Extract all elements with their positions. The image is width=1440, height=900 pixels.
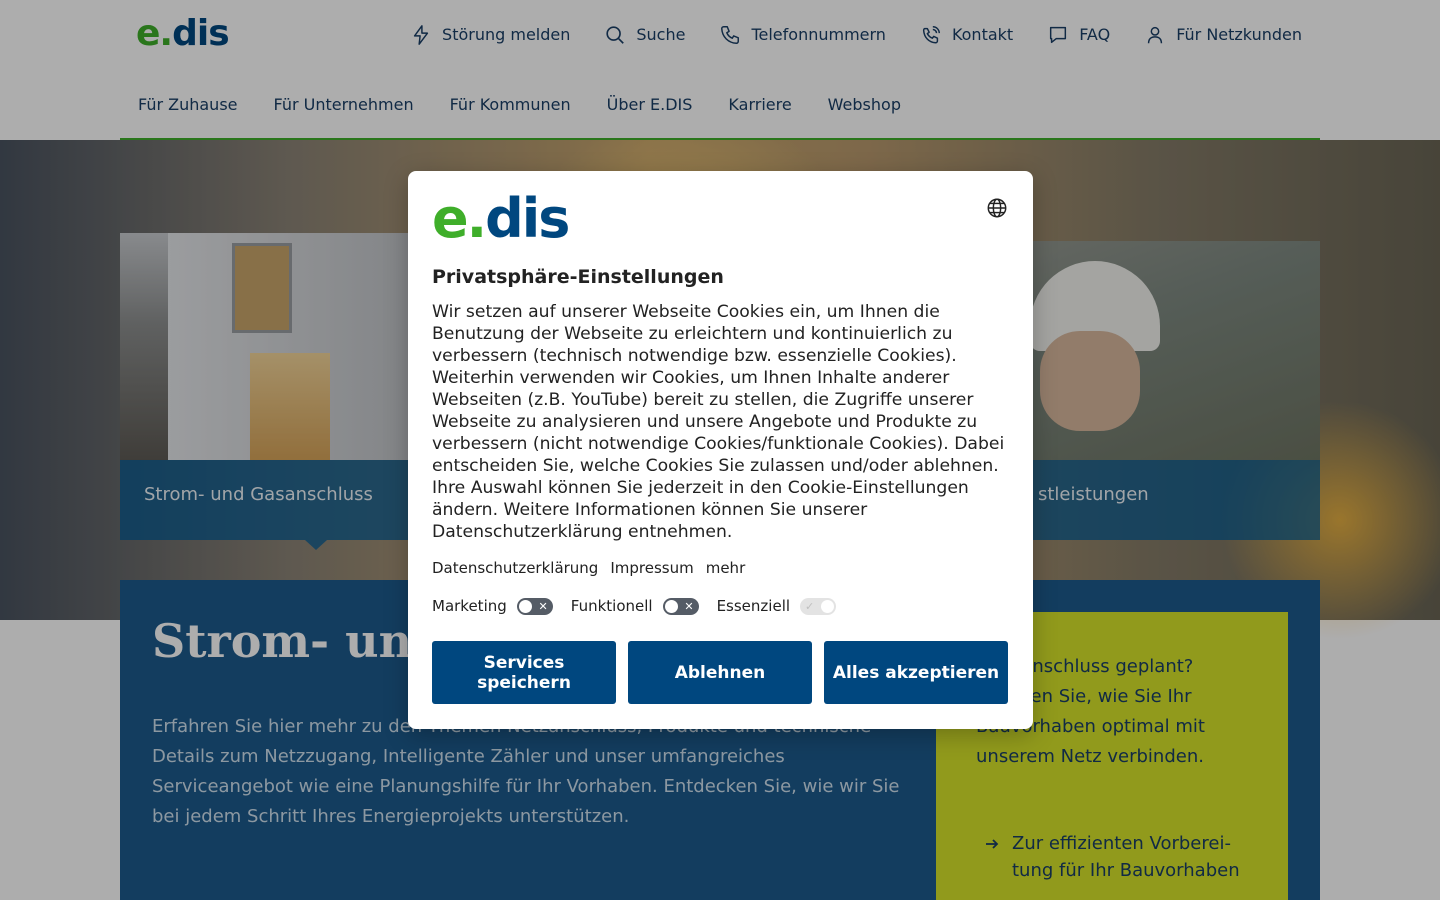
toggle-label: Essenziell: [716, 597, 791, 615]
toggle-marketing: Marketing ✕: [432, 597, 553, 615]
globe-icon[interactable]: [986, 197, 1008, 219]
logo-e: e: [432, 187, 469, 250]
marketing-switch[interactable]: ✕: [516, 597, 553, 615]
cookie-toggles: Marketing ✕ Funktionell ✕ Essenziell ✓: [432, 597, 837, 615]
cookie-consent-dialog: e.dis Privatsphäre-Einstellungen Wir set…: [408, 171, 1033, 729]
toggle-funktionell: Funktionell ✕: [571, 597, 699, 615]
edis-logo: e.dis: [432, 191, 570, 247]
reject-button[interactable]: Ablehnen: [628, 641, 812, 704]
logo-dis: dis: [485, 187, 570, 250]
check-icon: ✓: [805, 599, 815, 613]
toggle-label: Marketing: [432, 597, 507, 615]
close-icon: ✕: [538, 599, 548, 613]
switch-knob: [821, 599, 835, 613]
switch-knob: [518, 599, 532, 613]
logo-dot: .: [466, 187, 487, 250]
switch-knob: [664, 599, 678, 613]
dialog-buttons: Services speichern Ablehnen Alles akzept…: [432, 641, 1008, 704]
accept-all-button[interactable]: Alles akzeptieren: [824, 641, 1008, 704]
dialog-title: Privatsphäre-Einstellungen: [432, 266, 724, 288]
dialog-description: Wir setzen auf unserer Webseite Cookies …: [432, 302, 1005, 542]
link-impressum[interactable]: Impressum: [610, 559, 693, 577]
toggle-label: Funktionell: [570, 597, 653, 615]
link-mehr[interactable]: mehr: [706, 559, 746, 577]
link-datenschutzerklaerung[interactable]: Datenschutzerklärung: [432, 559, 598, 577]
save-services-button[interactable]: Services speichern: [432, 641, 616, 704]
toggle-essenziell: Essenziell ✓: [716, 597, 837, 615]
essenziell-switch: ✓: [800, 597, 837, 615]
funktionell-switch[interactable]: ✕: [662, 597, 699, 615]
close-icon: ✕: [684, 599, 694, 613]
dialog-links: Datenschutzerklärung Impressum mehr: [432, 559, 745, 577]
